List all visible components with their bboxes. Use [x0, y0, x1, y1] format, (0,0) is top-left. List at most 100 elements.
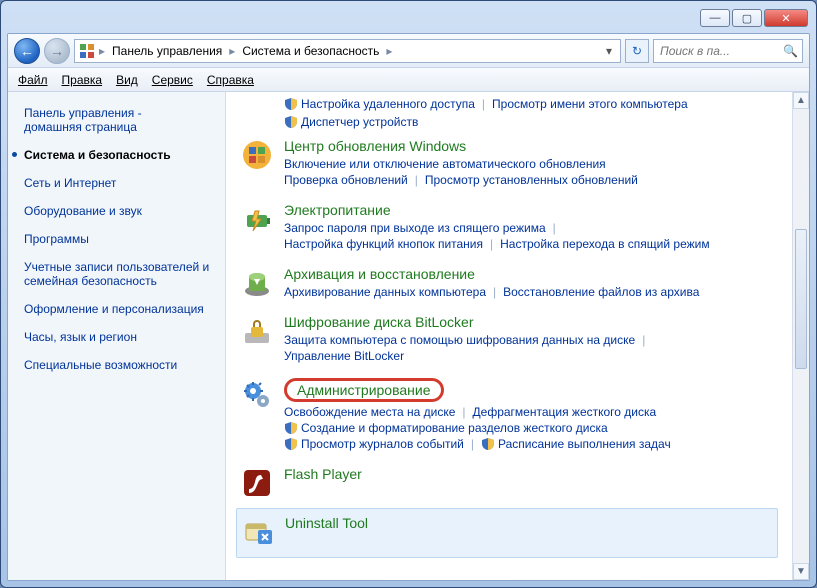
separator: | — [408, 173, 425, 187]
sidebar-item-network[interactable]: Сеть и Интернет — [24, 172, 217, 194]
task-view-updates[interactable]: Просмотр установленных обновлений — [425, 172, 638, 188]
separator: | — [475, 97, 492, 111]
top-task-row: Диспетчер устройств — [284, 114, 778, 130]
flash-player-icon — [240, 466, 274, 500]
bitlocker-icon — [240, 314, 274, 348]
scroll-down-button[interactable]: ▼ — [793, 563, 809, 580]
category-backup: Архивация и восстановление Архивирование… — [236, 260, 778, 308]
task-computer-name[interactable]: Просмотр имени этого компьютера — [492, 96, 688, 112]
breadcrumb-arrow-icon: ▸ — [384, 44, 394, 58]
task-bitlocker-manage[interactable]: Управление BitLocker — [284, 348, 404, 364]
sidebar-item-appearance[interactable]: Оформление и персонализация — [24, 298, 217, 320]
breadcrumb-system-security[interactable]: Система и безопасность — [239, 44, 382, 58]
power-icon — [240, 202, 274, 236]
category-heading[interactable]: Flash Player — [284, 466, 774, 482]
separator: | — [635, 333, 652, 347]
control-panel-icon — [79, 43, 95, 59]
scroll-up-button[interactable]: ▲ — [793, 92, 809, 109]
task-event-logs[interactable]: Просмотр журналов событий — [301, 436, 464, 452]
sidebar-home-label-2: домашняя страница — [24, 120, 137, 134]
menu-tools[interactable]: Сервис — [152, 73, 193, 87]
category-flash-player: Flash Player — [236, 460, 778, 508]
top-task-row: Настройка удаленного доступа | Просмотр … — [284, 96, 778, 112]
search-input[interactable] — [658, 43, 779, 59]
sidebar-home[interactable]: Панель управления - домашняя страница — [24, 102, 217, 138]
category-power: Электропитание Запрос пароля при выходе … — [236, 196, 778, 260]
scroll-track[interactable] — [793, 109, 809, 563]
task-device-manager[interactable]: Диспетчер устройств — [301, 114, 418, 130]
breadcrumb-arrow-icon: ▸ — [227, 44, 237, 58]
separator: | — [483, 237, 500, 251]
windows-update-icon — [240, 138, 274, 172]
sidebar-item-clock[interactable]: Часы, язык и регион — [24, 326, 217, 348]
task-check-updates[interactable]: Проверка обновлений — [284, 172, 408, 188]
nav-back-button[interactable]: ← — [14, 38, 40, 64]
menu-bar: Файл Правка Вид Сервис Справка — [8, 68, 809, 92]
nav-forward-button[interactable]: → — [44, 38, 70, 64]
category-uninstall-tool[interactable]: Uninstall Tool — [236, 508, 778, 558]
breadcrumb-control-panel[interactable]: Панель управления — [109, 44, 225, 58]
shield-icon — [284, 437, 298, 451]
category-windows-update: Центр обновления Windows Включение или о… — [236, 132, 778, 196]
category-heading[interactable]: Электропитание — [284, 202, 774, 218]
sidebar-item-system-security[interactable]: Система и безопасность — [24, 144, 217, 166]
content-body: Панель управления - домашняя страница Си… — [8, 92, 809, 580]
menu-help[interactable]: Справка — [207, 73, 254, 87]
sidebar-item-users[interactable]: Учетные записи пользователей и семейная … — [24, 256, 217, 292]
sidebar-home-label-1: Панель управления - — [24, 106, 142, 120]
backup-icon — [240, 266, 274, 300]
task-restore[interactable]: Восстановление файлов из архива — [503, 284, 699, 300]
administration-icon — [240, 378, 274, 412]
breadcrumb[interactable]: ▸ Панель управления ▸ Система и безопасн… — [74, 39, 621, 63]
task-defrag[interactable]: Дефрагментация жесткого диска — [473, 404, 657, 420]
task-partitions[interactable]: Создание и форматирование разделов жестк… — [301, 420, 608, 436]
breadcrumb-arrow-icon: ▸ — [97, 44, 107, 58]
category-heading[interactable]: Архивация и восстановление — [284, 266, 774, 282]
category-bitlocker: Шифрование диска BitLocker Защита компью… — [236, 308, 778, 372]
menu-file[interactable]: Файл — [18, 73, 48, 87]
sidebar-item-programs[interactable]: Программы — [24, 228, 217, 250]
uninstall-tool-icon — [241, 515, 275, 549]
task-backup[interactable]: Архивирование данных компьютера — [284, 284, 486, 300]
scrollbar[interactable]: ▲ ▼ — [792, 92, 809, 580]
window-chrome: ← → ▸ Панель управления ▸ Система и безо… — [7, 33, 810, 581]
shield-icon — [284, 97, 298, 111]
category-heading[interactable]: Шифрование диска BitLocker — [284, 314, 774, 330]
menu-edit[interactable]: Правка — [62, 73, 103, 87]
separator: | — [546, 221, 563, 235]
nav-bar: ← → ▸ Панель управления ▸ Система и безо… — [8, 34, 809, 68]
window-frame: — ▢ ✕ ← → ▸ Панель управления ▸ Система … — [0, 0, 817, 588]
category-heading[interactable]: Центр обновления Windows — [284, 138, 774, 154]
maximize-button[interactable]: ▢ — [732, 9, 762, 27]
minimize-button[interactable]: — — [700, 9, 730, 27]
separator: | — [464, 437, 481, 451]
titlebar: — ▢ ✕ — [7, 7, 810, 33]
sidebar-item-hardware[interactable]: Оборудование и звук — [24, 200, 217, 222]
task-remote-access[interactable]: Настройка удаленного доступа — [301, 96, 475, 112]
category-heading-highlighted[interactable]: Администрирование — [284, 378, 444, 402]
refresh-button[interactable]: ↻ — [625, 39, 649, 63]
task-power-buttons[interactable]: Настройка функций кнопок питания — [284, 236, 483, 252]
breadcrumb-dropdown-icon[interactable]: ▾ — [602, 44, 616, 58]
category-administration: Администрирование Освобождение места на … — [236, 372, 778, 460]
shield-icon — [481, 437, 495, 451]
menu-view[interactable]: Вид — [116, 73, 138, 87]
main-panel: Настройка удаленного доступа | Просмотр … — [226, 92, 792, 580]
search-icon: 🔍 — [783, 44, 798, 58]
task-scheduler[interactable]: Расписание выполнения задач — [498, 436, 671, 452]
separator: | — [486, 285, 503, 299]
task-auto-update[interactable]: Включение или отключение автоматического… — [284, 156, 606, 172]
task-sleep-settings[interactable]: Настройка перехода в спящий режим — [500, 236, 709, 252]
sidebar-item-accessibility[interactable]: Специальные возможности — [24, 354, 217, 376]
sidebar: Панель управления - домашняя страница Си… — [8, 92, 226, 580]
separator: | — [455, 405, 472, 419]
task-bitlocker-protect[interactable]: Защита компьютера с помощью шифрования д… — [284, 332, 635, 348]
scroll-thumb[interactable] — [795, 229, 807, 369]
shield-icon — [284, 421, 298, 435]
shield-icon — [284, 115, 298, 129]
search-box[interactable]: 🔍 — [653, 39, 803, 63]
task-wake-password[interactable]: Запрос пароля при выходе из спящего режи… — [284, 220, 546, 236]
category-heading[interactable]: Uninstall Tool — [285, 515, 773, 531]
task-disk-cleanup[interactable]: Освобождение места на диске — [284, 404, 455, 420]
close-button[interactable]: ✕ — [764, 9, 808, 27]
